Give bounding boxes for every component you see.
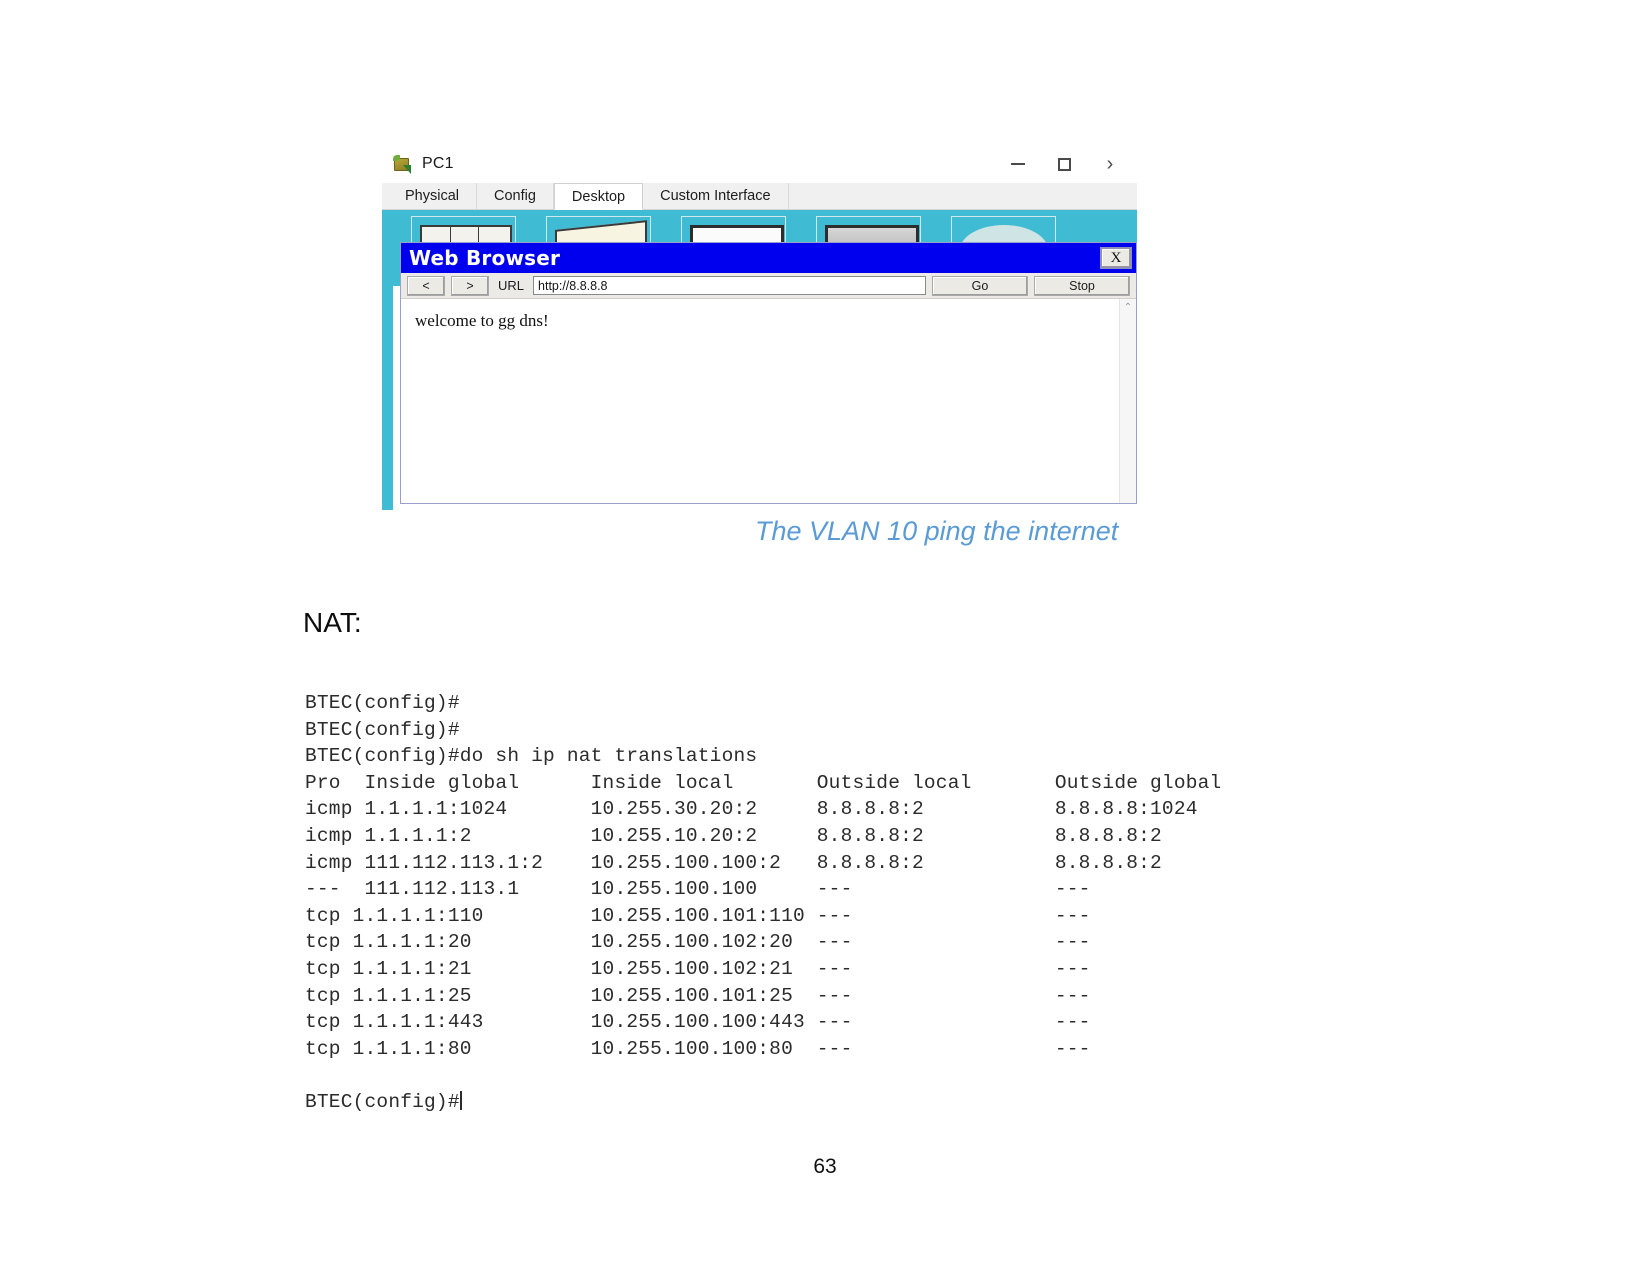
web-browser-page-area: welcome to gg dns! ⌃ xyxy=(401,299,1136,503)
terminal-line: tcp 1.1.1.1:21 10.255.100.102:21 --- --- xyxy=(305,957,1091,980)
figure-caption: The VLAN 10 ping the internet xyxy=(755,516,1119,546)
pc1-window-title: PC1 xyxy=(422,155,454,172)
web-browser-window: Web Browser X < > URL http://8.8.8.8 Go … xyxy=(400,242,1137,504)
terminal-prompt-line[interactable]: BTEC(config)# xyxy=(305,1089,1305,1116)
terminal-line: tcp 1.1.1.1:110 10.255.100.101:110 --- -… xyxy=(305,904,1091,927)
url-input[interactable]: http://8.8.8.8 xyxy=(533,276,926,295)
maximize-icon[interactable] xyxy=(1041,147,1087,181)
web-browser-title: Web Browser xyxy=(409,246,561,270)
tab-desktop[interactable]: Desktop xyxy=(553,183,644,210)
web-browser-close-button[interactable]: X xyxy=(1100,247,1132,269)
tab-custom-interface[interactable]: Custom Interface xyxy=(643,183,789,209)
page-scrollbar[interactable]: ⌃ xyxy=(1119,299,1136,503)
url-label: URL xyxy=(498,278,525,293)
page-number: 63 xyxy=(813,1155,837,1178)
minimize-icon[interactable] xyxy=(995,147,1041,181)
close-icon[interactable]: › xyxy=(1087,147,1133,181)
go-button[interactable]: Go xyxy=(932,275,1028,296)
tab-config[interactable]: Config xyxy=(477,183,554,209)
terminal-line: --- 111.112.113.1 10.255.100.100 --- --- xyxy=(305,878,1091,901)
terminal-line: tcp 1.1.1.1:25 10.255.100.101:25 --- --- xyxy=(305,984,1091,1007)
terminal-line: icmp 1.1.1.1:1024 10.255.30.20:2 8.8.8.8… xyxy=(305,798,1198,821)
window-controls: › xyxy=(995,145,1133,183)
tab-physical[interactable]: Physical xyxy=(388,183,477,209)
stop-button[interactable]: Stop xyxy=(1034,275,1130,296)
terminal-line: Pro Inside global Inside local Outside l… xyxy=(305,771,1222,794)
page-body-text: welcome to gg dns! xyxy=(415,311,549,330)
pc1-tab-bar: Physical Config Desktop Custom Interface xyxy=(382,183,1137,210)
close-glyph: › xyxy=(1106,153,1114,175)
forward-button[interactable]: > xyxy=(451,275,489,296)
text-cursor xyxy=(459,1090,462,1110)
terminal-line: tcp 1.1.1.1:80 10.255.100.100:80 --- --- xyxy=(305,1037,1091,1060)
web-browser-toolbar: < > URL http://8.8.8.8 Go Stop xyxy=(401,273,1136,299)
nat-translations-terminal-output: BTEC(config)# BTEC(config)# BTEC(config)#d… xyxy=(305,690,1305,1116)
terminal-line: icmp 1.1.1.1:2 10.255.10.20:2 8.8.8.8:2 … xyxy=(305,824,1162,847)
web-browser-title-bar: Web Browser X xyxy=(401,243,1136,273)
terminal-line: BTEC(config)# xyxy=(305,718,460,741)
terminal-line: icmp 111.112.113.1:2 10.255.100.100:2 8.… xyxy=(305,851,1162,874)
scroll-up-arrow-icon[interactable]: ⌃ xyxy=(1120,299,1136,315)
terminal-line: tcp 1.1.1.1:20 10.255.100.102:20 --- --- xyxy=(305,931,1091,954)
pc1-title-bar: PC1 › xyxy=(382,145,1137,183)
terminal-line: BTEC(config)#do sh ip nat translations xyxy=(305,745,758,768)
back-button[interactable]: < xyxy=(407,275,445,296)
terminal-line: BTEC(config)# xyxy=(305,692,460,714)
nat-section-label: NAT: xyxy=(303,607,362,638)
packet-tracer-pc-icon xyxy=(392,154,414,174)
terminal-line: tcp 1.1.1.1:443 10.255.100.100:443 --- -… xyxy=(305,1011,1091,1034)
